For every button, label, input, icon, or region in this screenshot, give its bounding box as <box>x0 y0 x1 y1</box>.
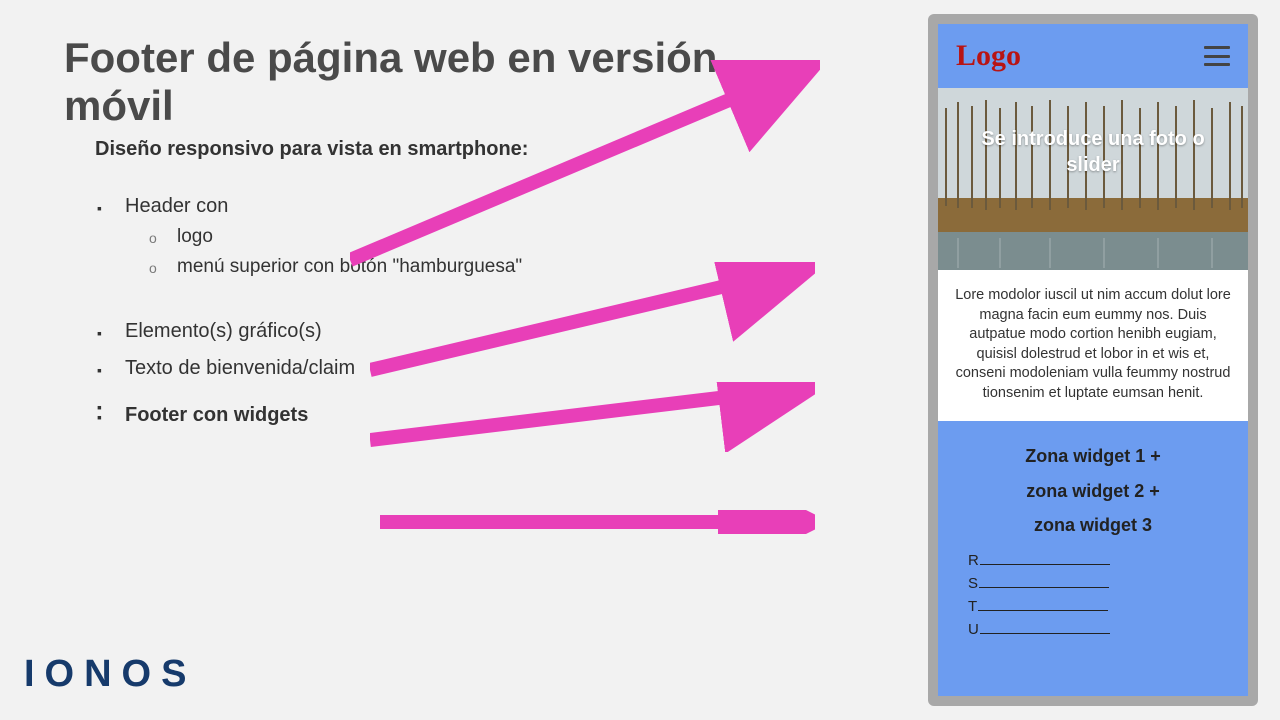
subheading: Diseño responsivo para vista en smartpho… <box>95 138 528 161</box>
phone-footer: Zona widget 1 + zona widget 2 + zona wid… <box>938 421 1248 696</box>
link-letter: S <box>968 575 978 592</box>
spacer <box>95 394 522 404</box>
hero-image-icon <box>938 88 1248 270</box>
brand-logo: IONOS <box>24 653 196 696</box>
widget-line-1: Zona widget 1 + <box>968 439 1218 473</box>
phone-screen: Logo <box>938 24 1248 696</box>
widget-line-2: zona widget 2 + <box>968 474 1218 508</box>
phone-logo: Logo <box>956 39 1021 73</box>
hamburger-icon[interactable] <box>1204 46 1230 66</box>
footer-link-s[interactable]: S <box>968 575 1218 592</box>
bullet-welcome: Texto de bienvenida/claim <box>95 357 522 380</box>
sub-list: logo menú superior con botón "hamburgues… <box>149 226 522 278</box>
bullet-list: Header con logo menú superior con botón … <box>95 195 522 441</box>
arrow-icon <box>380 510 815 534</box>
phone-welcome-text: Lore modolor iuscil ut nim accum dolut l… <box>938 270 1248 421</box>
bullet-text: Header con <box>125 195 228 217</box>
phone-hero: Se introduce una foto o slider <box>938 88 1248 270</box>
bullet-footer: Footer con widgets <box>95 404 522 427</box>
sub-item-menu: menú superior con botón "hamburguesa" <box>149 256 522 278</box>
link-letter: R <box>968 552 979 569</box>
footer-links: R S T U <box>968 552 1218 638</box>
page-title: Footer de página web en versión móvil <box>64 34 744 131</box>
hero-caption: Se introduce una foto o slider <box>938 126 1248 178</box>
footer-link-u[interactable]: U <box>968 621 1218 638</box>
bullet-graphics: Elemento(s) gráfico(s) <box>95 320 522 343</box>
bullet-header: Header con logo menú superior con botón … <box>95 195 522 306</box>
link-letter: T <box>968 598 977 615</box>
sub-item-logo: logo <box>149 226 522 248</box>
link-letter: U <box>968 621 979 638</box>
phone-mock: Logo <box>928 14 1258 706</box>
widget-line-3: zona widget 3 <box>968 508 1218 542</box>
footer-link-r[interactable]: R <box>968 552 1218 569</box>
phone-header: Logo <box>938 24 1248 88</box>
footer-link-t[interactable]: T <box>968 598 1218 615</box>
slide: Footer de página web en versión móvil Di… <box>0 0 1280 720</box>
